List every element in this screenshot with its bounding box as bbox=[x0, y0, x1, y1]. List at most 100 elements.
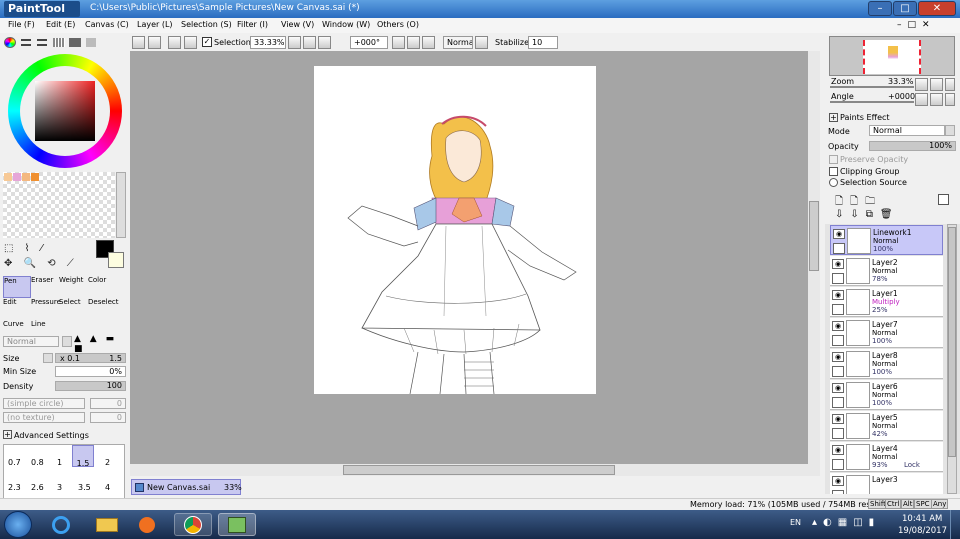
canvas-area[interactable] bbox=[130, 51, 808, 464]
nav-zoom-out-icon[interactable] bbox=[915, 78, 928, 91]
swatch-pink[interactable] bbox=[13, 173, 21, 181]
size-multiplier-dropdown[interactable] bbox=[43, 353, 53, 363]
nav-rotate-reset-icon[interactable] bbox=[945, 93, 955, 106]
tool-curve[interactable]: Curve bbox=[3, 320, 31, 330]
layer-lock-checkbox[interactable] bbox=[832, 428, 844, 439]
layer-lock-checkbox[interactable] bbox=[832, 366, 844, 377]
preset-size[interactable]: 2.6 bbox=[31, 483, 44, 492]
preset-size[interactable]: 3.5 bbox=[78, 483, 91, 492]
layer-row[interactable]: ◉ Layer8 Normal 100% bbox=[830, 349, 943, 379]
layer-row[interactable]: ◉ Layer2 Normal 78% bbox=[830, 256, 943, 286]
menu-selection[interactable]: Selection (S) bbox=[181, 20, 232, 29]
tool-edit[interactable]: Edit bbox=[3, 298, 31, 320]
canvas-tab[interactable]: New Canvas.sai 33% bbox=[131, 479, 242, 495]
preset-size[interactable]: 3 bbox=[57, 483, 62, 492]
preset-size[interactable]: 2 bbox=[105, 458, 110, 467]
start-button[interactable] bbox=[4, 511, 32, 538]
vertical-scroll-thumb[interactable] bbox=[809, 201, 819, 271]
nav-angle-slider[interactable] bbox=[830, 101, 914, 103]
layer-visibility-eye-icon[interactable]: ◉ bbox=[832, 259, 844, 269]
maximize-button[interactable]: □ bbox=[893, 1, 917, 16]
canvas-vertical-scrollbar[interactable] bbox=[808, 51, 820, 464]
swatch-dark-orange[interactable] bbox=[31, 173, 39, 181]
nav-zoom-slider[interactable] bbox=[830, 86, 914, 88]
layer-mode-dropdown[interactable] bbox=[945, 125, 955, 136]
swatch-orange[interactable] bbox=[22, 173, 30, 181]
layer-mode-select[interactable]: Normal bbox=[869, 125, 945, 136]
menu-filter[interactable]: Filter (I) bbox=[237, 20, 268, 29]
size-slider[interactable]: x 0.1 1.5 bbox=[55, 353, 126, 363]
menu-view[interactable]: View (V) bbox=[281, 20, 314, 29]
layer-lock-checkbox[interactable] bbox=[832, 397, 844, 408]
preset-size[interactable]: 1 bbox=[57, 458, 62, 467]
layer-lock-checkbox[interactable] bbox=[832, 304, 844, 315]
menu-others[interactable]: Others (O) bbox=[377, 20, 419, 29]
stabilizer-select[interactable]: 10 bbox=[528, 36, 558, 49]
layer-visibility-eye-icon[interactable]: ◉ bbox=[832, 476, 844, 486]
horizontal-scroll-thumb[interactable] bbox=[343, 465, 615, 475]
preset-size[interactable]: 0.8 bbox=[31, 458, 44, 467]
tool-deselect[interactable]: Deselect bbox=[88, 298, 119, 320]
layer-visibility-eye-icon[interactable]: ◉ bbox=[832, 445, 844, 455]
layer-list-scroll-thumb[interactable] bbox=[948, 227, 956, 457]
navigator-preview[interactable] bbox=[829, 36, 955, 76]
layer-row[interactable]: ◉ Layer3 bbox=[830, 473, 943, 494]
clock-time[interactable]: 10:41 AM bbox=[902, 514, 942, 524]
layer-visibility-eye-icon[interactable]: ◉ bbox=[832, 352, 844, 362]
language-indicator[interactable]: EN bbox=[790, 518, 801, 527]
layer-lock-checkbox[interactable] bbox=[832, 335, 844, 346]
brush-shape-selector[interactable]: ▲ ▲ ▬ ■ bbox=[74, 334, 128, 354]
nav-rotate-right-icon[interactable] bbox=[930, 93, 943, 106]
brush-texture-value[interactable]: 0 bbox=[90, 412, 126, 423]
swatch-peach[interactable] bbox=[4, 173, 12, 181]
density-slider[interactable]: 100 bbox=[55, 381, 126, 391]
chrome-icon[interactable] bbox=[174, 513, 212, 536]
zoom-field[interactable]: 33.33% bbox=[250, 36, 286, 49]
layer-visibility-eye-icon[interactable]: ◉ bbox=[832, 321, 844, 331]
preset-size[interactable]: 4 bbox=[105, 483, 110, 492]
swatch-grid[interactable] bbox=[3, 172, 115, 238]
paints-effect-label[interactable]: Paints Effect bbox=[840, 113, 890, 122]
rgb-slider-tab-icon[interactable] bbox=[21, 39, 31, 46]
menu-canvas[interactable]: Canvas (C) bbox=[85, 20, 129, 29]
preset-size[interactable]: 0.7 bbox=[8, 458, 21, 467]
canvas-horizontal-scrollbar[interactable] bbox=[130, 464, 820, 476]
saturation-value-square[interactable] bbox=[35, 81, 95, 141]
tool-weight[interactable]: Weight bbox=[59, 276, 87, 298]
deselect-icon[interactable] bbox=[168, 36, 181, 49]
zoom-reset-icon[interactable] bbox=[318, 36, 331, 49]
tool-color[interactable]: Color bbox=[88, 276, 116, 298]
layer-visibility-eye-icon[interactable]: ◉ bbox=[832, 383, 844, 393]
tool-line[interactable]: Line bbox=[31, 320, 59, 330]
painttool-sai-taskbar-icon[interactable] bbox=[218, 513, 256, 536]
tool-select[interactable]: Select bbox=[59, 298, 87, 320]
undo-icon[interactable] bbox=[132, 36, 145, 49]
clock-date[interactable]: 19/08/2017 bbox=[898, 526, 947, 536]
layer-lock-checkbox[interactable] bbox=[833, 243, 845, 254]
color-wheel-tab-icon[interactable] bbox=[4, 37, 16, 48]
advanced-settings-toggle-icon[interactable]: + bbox=[3, 430, 12, 439]
menu-edit[interactable]: Edit (E) bbox=[46, 20, 75, 29]
flip-icon[interactable] bbox=[475, 36, 488, 49]
selection-checkbox[interactable]: ✓ bbox=[202, 37, 212, 47]
system-tray-icons[interactable]: ▴◐▦◫▮ bbox=[812, 517, 882, 531]
tool-pressure[interactable]: Pressure bbox=[31, 298, 61, 320]
layer-lock-checkbox[interactable] bbox=[832, 490, 844, 494]
nav-rotate-left-icon[interactable] bbox=[915, 93, 928, 106]
layer-panel-menu-icon[interactable] bbox=[938, 194, 949, 205]
brush-size-presets[interactable]: 0.7 0.8 1 1.5 2 2.3 2.6 3 3.5 4 bbox=[3, 444, 125, 500]
invert-icon[interactable] bbox=[184, 36, 197, 49]
color-mode-tabs[interactable] bbox=[2, 36, 127, 49]
layer-lock-checkbox[interactable] bbox=[832, 273, 844, 284]
internet-explorer-icon[interactable] bbox=[42, 513, 80, 536]
color-wheel[interactable] bbox=[8, 54, 122, 168]
rotate-right-icon[interactable] bbox=[407, 36, 420, 49]
rotate-left-icon[interactable] bbox=[392, 36, 405, 49]
selection-tools[interactable]: ⬚ ⌇ ⁄ ✥ 🔍 ⟲ ⟋ bbox=[4, 241, 94, 273]
layer-row[interactable]: ◉ Layer1 Multiply 25% bbox=[830, 287, 943, 317]
preset-size[interactable]: 2.3 bbox=[8, 483, 21, 492]
layer-row[interactable]: ◉ Layer6 Normal 100% bbox=[830, 380, 943, 410]
file-explorer-icon[interactable] bbox=[88, 513, 126, 536]
rotate-reset-icon[interactable] bbox=[422, 36, 435, 49]
brush-texture-select[interactable]: (no texture) bbox=[3, 412, 85, 423]
